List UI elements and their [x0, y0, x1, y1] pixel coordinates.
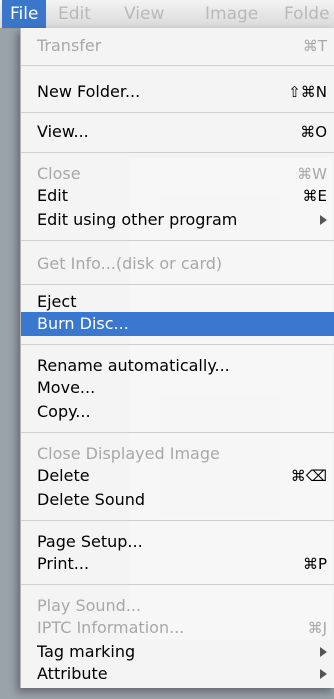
menu-item-eject[interactable]: Eject	[21, 290, 334, 314]
menu-bar: File Edit View Image Folde	[0, 0, 334, 29]
menu-item-edit[interactable]: Edit ⌘E	[21, 184, 334, 208]
menu-folder[interactable]: Folde	[284, 0, 330, 28]
submenu-arrow-icon	[320, 215, 327, 225]
menu-item-page-setup[interactable]: Page Setup...	[21, 530, 334, 554]
menu-item-attribute[interactable]: Attribute	[21, 662, 334, 686]
menu-item-new-folder[interactable]: New Folder... ⇧⌘N	[21, 80, 334, 104]
menu-item-iptc-information[interactable]: IPTC Information... ⌘J	[21, 616, 334, 640]
menu-separator	[21, 344, 334, 345]
menu-item-delete-sound[interactable]: Delete Sound	[21, 488, 334, 512]
menu-item-play-sound[interactable]: Play Sound...	[21, 594, 334, 618]
menu-image[interactable]: Image	[205, 0, 258, 28]
menu-item-close[interactable]: Close ⌘W	[21, 162, 334, 186]
menu-item-edit-other-program[interactable]: Edit using other program	[21, 208, 334, 232]
menu-separator	[21, 112, 334, 113]
menu-item-close-displayed-image[interactable]: Close Displayed Image	[21, 442, 334, 466]
menu-separator	[21, 520, 334, 521]
menu-edit[interactable]: Edit	[58, 0, 91, 28]
menu-item-print[interactable]: Print... ⌘P	[21, 552, 334, 576]
menu-view[interactable]: View	[124, 0, 164, 28]
menu-separator	[21, 432, 334, 433]
file-menu: Transfer ⌘T New Folder... ⇧⌘N View... ⌘O…	[20, 28, 334, 688]
menu-item-delete[interactable]: Delete ⌘⌫	[21, 464, 334, 488]
menu-item-move[interactable]: Move...	[21, 376, 334, 400]
submenu-arrow-icon	[320, 647, 327, 657]
menu-file[interactable]: File	[2, 0, 47, 28]
menu-separator	[21, 584, 334, 585]
menu-separator	[21, 65, 334, 66]
menu-item-transfer[interactable]: Transfer ⌘T	[21, 34, 334, 58]
menu-item-burn-disc[interactable]: Burn Disc...	[21, 312, 334, 336]
menu-separator	[21, 284, 334, 285]
submenu-arrow-icon	[320, 669, 327, 679]
menu-item-tag-marking[interactable]: Tag marking	[21, 640, 334, 664]
menu-item-rename-automatically[interactable]: Rename automatically...	[21, 354, 334, 378]
menu-item-get-info[interactable]: Get Info...(disk or card)	[21, 252, 334, 276]
menu-separator	[21, 152, 334, 153]
menu-item-view[interactable]: View... ⌘O	[21, 120, 334, 144]
menu-separator	[21, 240, 334, 241]
menu-item-copy[interactable]: Copy...	[21, 400, 334, 424]
